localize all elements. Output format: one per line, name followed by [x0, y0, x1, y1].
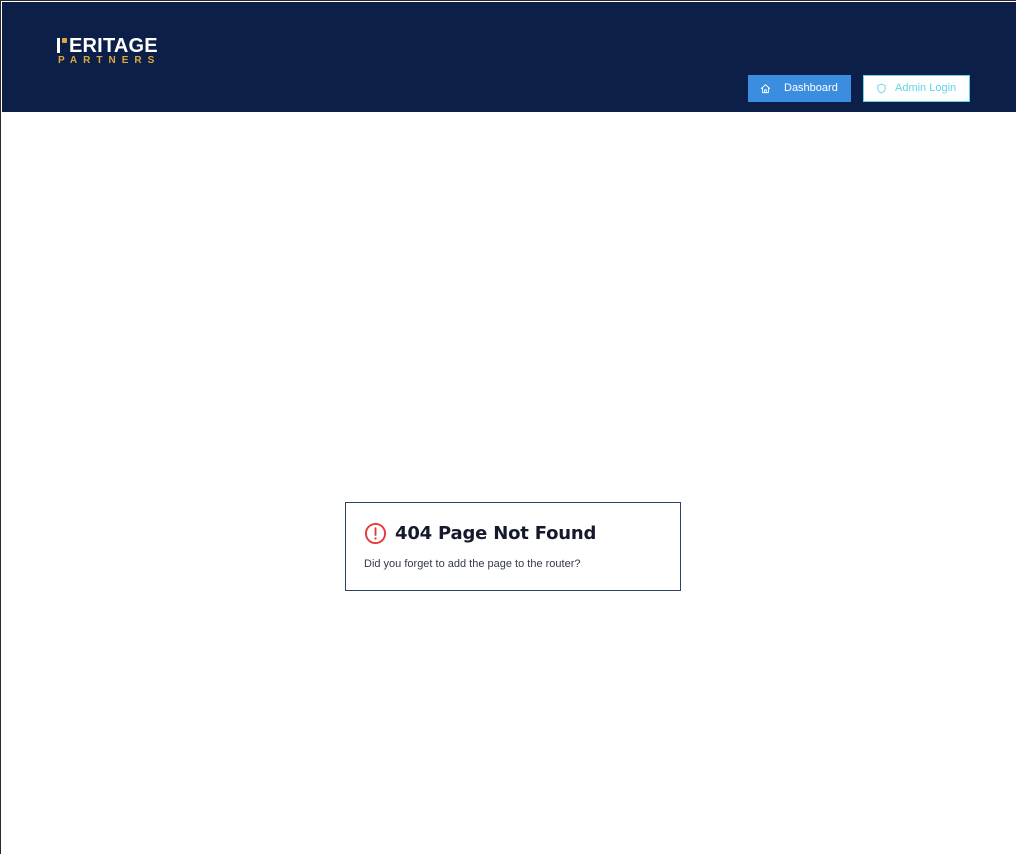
not-found-heading: 404 Page Not Found — [364, 522, 596, 545]
not-found-title: 404 Page Not Found — [395, 523, 597, 544]
admin-login-button-label: Admin Login — [895, 82, 957, 94]
alert-circle-icon — [364, 522, 387, 545]
heritage-partners-logo[interactable]: ERITAGE PARTNERS — [57, 35, 177, 69]
logo-mark-icon — [57, 38, 68, 53]
admin-login-button[interactable]: Admin Login — [863, 75, 970, 102]
dashboard-button[interactable]: Dashboard — [748, 75, 851, 102]
logo-wordmark: ERITAGE — [57, 35, 158, 57]
dashboard-button-label: Dashboard — [784, 82, 838, 94]
not-found-description: Did you forget to add the page to the ro… — [364, 558, 581, 570]
logo-subtitle: PARTNERS — [58, 55, 161, 66]
not-found-card: 404 Page Not Found Did you forget to add… — [345, 502, 681, 591]
app-window: ERITAGE PARTNERS Dashboard Admin Login 4… — [0, 0, 1016, 854]
top-header: ERITAGE PARTNERS Dashboard Admin Login — [2, 2, 1016, 112]
logo-top-text: ERITAGE — [69, 35, 158, 57]
home-icon — [760, 84, 771, 94]
shield-icon — [877, 83, 886, 94]
